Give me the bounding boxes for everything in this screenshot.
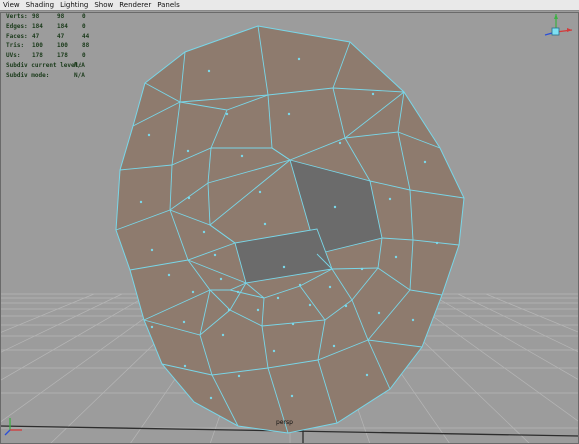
perspective-viewport[interactable]: Verts: 98 98 0 Edges: 184 184 0 Faces: 4… <box>0 12 579 444</box>
hud-row-tris: Tris: 100 100 88 <box>6 41 116 51</box>
camera-name-label: persp <box>276 419 293 426</box>
hud-label: UVs: <box>6 52 21 60</box>
hud-label: Tris: <box>6 42 25 50</box>
hud-value: 184 <box>32 22 43 30</box>
hud-value: 100 <box>57 42 68 50</box>
menu-show[interactable]: Show <box>94 0 113 10</box>
menu-panels[interactable]: Panels <box>157 0 180 10</box>
hud-label: Faces: <box>6 32 28 40</box>
hud-value: 47 <box>57 32 65 40</box>
hud-value: 98 <box>57 13 65 20</box>
hud-label: Edges: <box>6 22 28 30</box>
hud-value: 47 <box>32 32 40 40</box>
hud-label: Subdiv mode: <box>6 71 50 79</box>
hud-value: 88 <box>82 42 90 50</box>
panel-menu-bar: View Shading Lighting Show Renderer Pane… <box>0 0 579 11</box>
hud-value: N/A <box>74 71 85 79</box>
hud-value: N/A <box>74 61 85 69</box>
hud-row-edges: Edges: 184 184 0 <box>6 22 116 32</box>
hud-row-uvs: UVs: 178 178 0 <box>6 51 116 61</box>
hud-value: 178 <box>32 52 43 60</box>
hud-label: Verts: <box>6 13 28 20</box>
mesh-silhouette[interactable] <box>115 25 465 434</box>
menu-lighting[interactable]: Lighting <box>60 0 88 10</box>
hud-row-subdiv-level: Subdiv current level: N/A <box>6 61 116 71</box>
hud-label: Subdiv current level: <box>6 61 82 69</box>
hud-value: 44 <box>82 32 90 40</box>
hud-row-subdiv-mode: Subdiv mode: N/A <box>6 71 116 81</box>
hud-row-faces: Faces: 47 47 44 <box>6 32 116 42</box>
hud-value: 184 <box>57 22 68 30</box>
menu-shading[interactable]: Shading <box>26 0 54 10</box>
maya-viewport-window: View Shading Lighting Show Renderer Pane… <box>0 0 579 444</box>
menu-view[interactable]: View <box>3 0 20 10</box>
hud-value: 178 <box>57 52 68 60</box>
hud-value: 100 <box>32 42 43 50</box>
view-cube[interactable] <box>544 14 573 36</box>
polygon-mesh[interactable] <box>115 25 465 434</box>
hud-value: 0 <box>82 22 86 30</box>
poly-count-hud: Verts: 98 98 0 Edges: 184 184 0 Faces: 4… <box>6 12 116 81</box>
menu-renderer[interactable]: Renderer <box>119 0 151 10</box>
hud-value: 98 <box>32 13 40 20</box>
hud-value: 0 <box>82 52 86 60</box>
hud-value: 0 <box>82 13 86 20</box>
hud-row-verts: Verts: 98 98 0 <box>6 12 116 22</box>
